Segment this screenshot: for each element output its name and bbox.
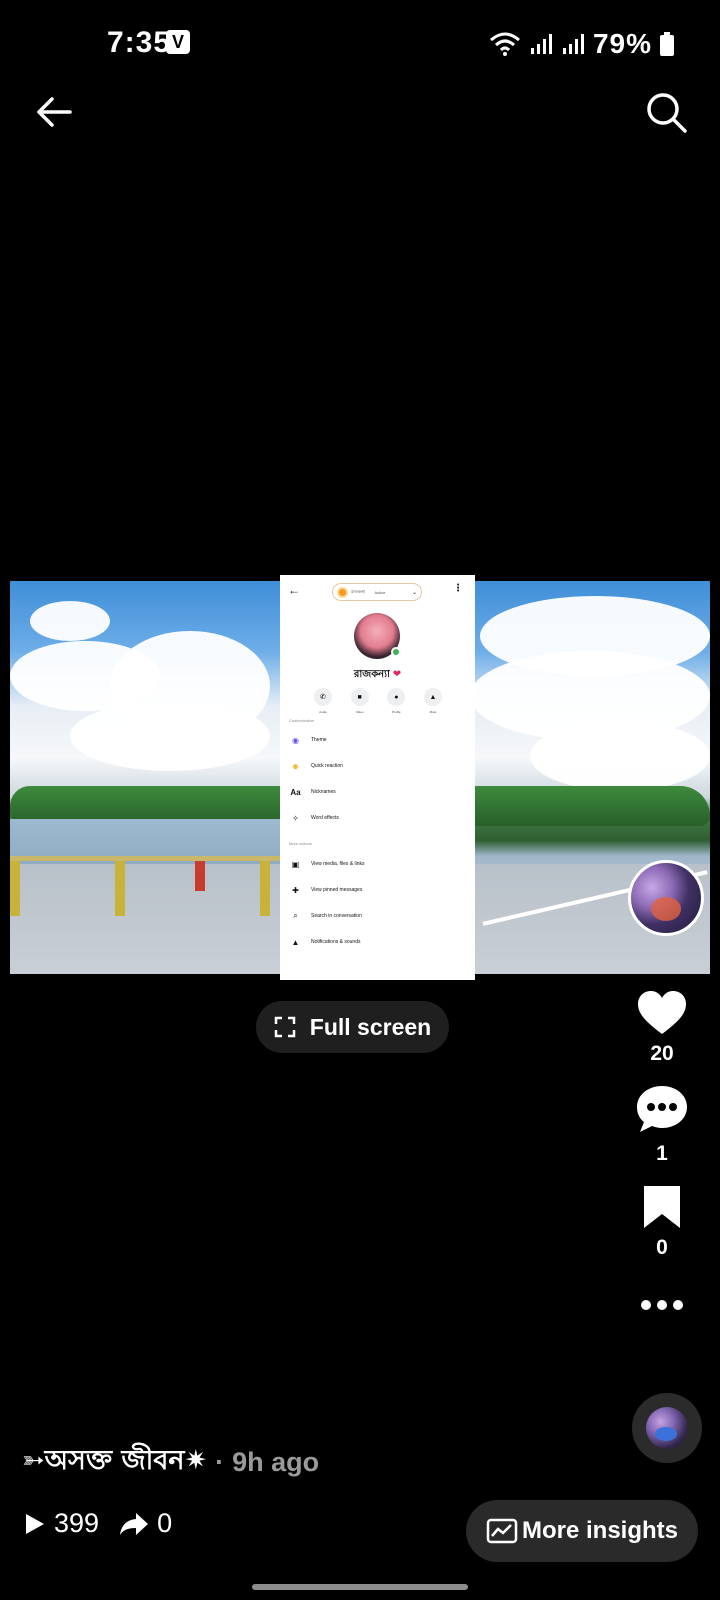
status-time: 7:35 — [107, 26, 172, 59]
overlay-row-nicknames: Aa Nicknames — [290, 787, 336, 797]
audio-avatar-button[interactable] — [632, 1393, 702, 1463]
more-insights-label: More insights — [521, 1517, 678, 1544]
comment-count: 1 — [656, 1142, 668, 1165]
more-insights-button[interactable]: More insights — [466, 1500, 698, 1562]
chat-settings-screenshot: ← রাজকন্যা Active ⌄ ⋮ রাজকন্যা ❤ ✆ Audio… — [280, 575, 475, 980]
signal-icon — [530, 34, 552, 54]
like-count: 20 — [650, 1042, 674, 1065]
bookmark-icon[interactable] — [642, 1184, 682, 1230]
insights-chart-icon — [486, 1518, 518, 1544]
play-icon — [26, 1513, 44, 1534]
overlay-action-mute: ▲ Mute — [422, 688, 444, 714]
overlay-section-customization: Customization — [289, 718, 315, 723]
home-indicator[interactable] — [252, 1584, 468, 1590]
status-bar: 7:35 V 79% — [0, 0, 720, 90]
full-screen-label: Full screen — [309, 1013, 432, 1040]
pin-icon: ✚ — [292, 885, 299, 895]
overlay-section-more-actions: More actions — [289, 841, 312, 846]
caption-row: ➳অসক্ত জীবন✷ · 9h ago — [22, 1440, 319, 1485]
theme-icon: ◉ — [292, 735, 299, 745]
comment-icon[interactable] — [635, 1084, 689, 1136]
overlay-back-icon: ← — [288, 583, 300, 597]
share-count: 0 — [157, 1508, 173, 1538]
signal-icon-2 — [562, 34, 584, 54]
overlay-row-search: ⌕ Search in conversation — [289, 909, 362, 923]
back-arrow-icon[interactable] — [30, 88, 78, 136]
phone-icon: ✆ — [314, 688, 332, 706]
search-small-icon: ⌕ — [293, 911, 298, 920]
author-name[interactable]: ➳অসক্ত জীবন✷ — [22, 1440, 207, 1485]
wifi-icon — [489, 32, 520, 56]
more-options-icon[interactable] — [640, 1298, 684, 1312]
bridge-railing — [10, 856, 300, 921]
views-stat: 399 — [24, 1508, 99, 1539]
top-bar — [0, 88, 720, 140]
full-screen-button[interactable]: Full screen — [256, 1001, 449, 1053]
sparkle-icon: ✧ — [292, 813, 299, 823]
overlay-row-pinned: ✚ View pinned messages — [289, 883, 362, 897]
overlay-row-word-effects: ✧ Word effects — [289, 811, 339, 825]
overlay-row-media: ▣ View media, files & links — [289, 857, 365, 871]
person-icon: ● — [387, 688, 406, 706]
expand-icon — [274, 1016, 296, 1038]
overlay-row-quick-reaction: ☻ Quick reaction — [289, 759, 343, 773]
overlay-profile-name: রাজকন্যা ❤ — [353, 669, 402, 680]
overlay-actions: ✆ Audio ■ Video ● Profile ▲ Mute — [312, 688, 444, 714]
post-time: 9h ago — [232, 1447, 320, 1477]
shares-stat: 0 — [119, 1508, 172, 1539]
overlay-menu-icon: ⋮ — [453, 583, 463, 594]
emoji-icon: ☻ — [291, 761, 300, 771]
overlay-row-theme: ◉ Theme — [289, 733, 327, 747]
battery-percent: 79% — [592, 28, 652, 59]
creator-avatar[interactable] — [628, 860, 704, 936]
app-notification-icon: V — [166, 30, 190, 54]
overlay-action-profile: ● Profile — [385, 688, 407, 714]
overlay-action-video: ■ Video — [349, 688, 371, 714]
video-camera-icon: ■ — [350, 688, 369, 706]
status-indicators: 79% — [489, 28, 674, 60]
bell-small-icon: ▲ — [291, 937, 300, 947]
battery-icon — [660, 32, 674, 56]
overlay-header: ← রাজকন্যা Active ⌄ ⋮ — [280, 581, 475, 603]
audio-avatar — [646, 1407, 688, 1449]
online-indicator — [391, 647, 401, 657]
save-count: 0 — [656, 1236, 668, 1259]
overlay-action-audio: ✆ Audio — [312, 688, 334, 714]
bell-icon: ▲ — [423, 688, 442, 706]
search-icon[interactable] — [642, 88, 690, 136]
overlay-profile-pill: রাজকন্যা Active ⌄ — [332, 583, 422, 601]
overlay-row-notifications: ▲ Notifications & sounds — [289, 935, 361, 949]
share-arrow-icon — [120, 1512, 149, 1535]
text-icon: Aa — [290, 787, 301, 797]
heart-icon[interactable] — [636, 990, 688, 1036]
stats-row: 399 0 — [24, 1508, 172, 1539]
side-actions: 20 1 0 — [630, 990, 694, 1312]
view-count: 399 — [54, 1508, 100, 1538]
caption-separator: · — [215, 1447, 225, 1477]
chevron-down-icon: ⌄ — [411, 589, 417, 596]
image-icon: ▣ — [291, 859, 300, 869]
